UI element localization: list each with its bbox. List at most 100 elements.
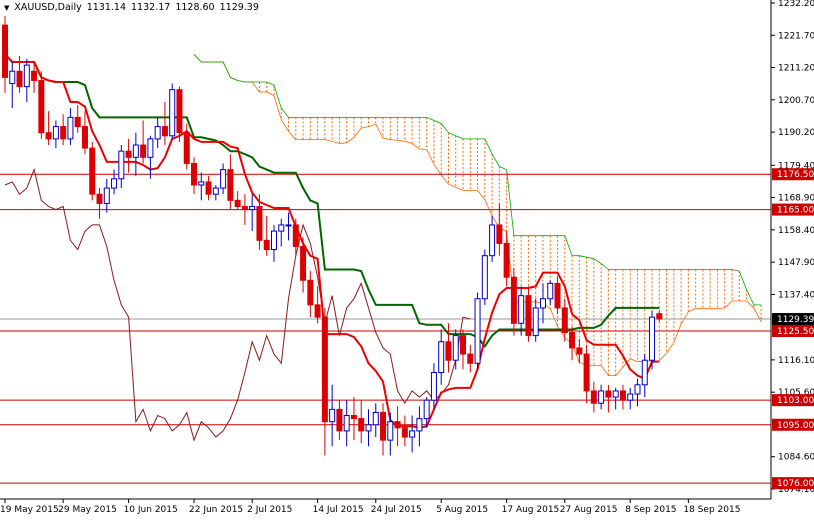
candle-body-bull [147,138,154,158]
symbol-header: ▼ XAUUSD,Daily 1131.14 1132.17 1128.60 1… [4,2,259,13]
candle-body-bear [525,295,532,337]
candle-body-bear [314,304,321,318]
candle-body-bull [438,341,445,373]
candle-body-bear [74,116,81,128]
x-tick-label: 22 Jun 2015 [189,505,243,515]
candle-body-bear [321,316,328,423]
candle-body-bull [452,335,459,361]
chart-background [0,0,814,516]
candle-body-bear [161,126,168,137]
candle-body-bull [343,415,350,432]
candle-body-bull [67,116,74,140]
candle-body-bull [132,144,139,158]
x-tick-label: 2 Jul 2015 [247,505,292,515]
candle-body-bear [2,24,8,78]
x-tick-label: 29 May 2015 [58,505,117,515]
candle-body-bear [60,126,67,140]
candle-body-bull [198,181,205,186]
level-price-label: 1165.00 [777,206,814,216]
candle-body-bull [285,224,292,227]
candle-body-bear [590,390,597,404]
candle-body-bear [140,144,147,158]
candle-body-bull [169,89,176,137]
candle-body-bear [81,126,88,149]
x-tick-label: 27 Aug 2015 [560,505,618,515]
x-tick-label: 19 May 2015 [0,505,59,515]
y-tick-label: 1137.40 [778,290,814,300]
candle-body-bear [125,150,132,158]
candle-body-bear [503,242,510,278]
level-price-label: 1076.00 [777,479,814,489]
candle-body-bull [103,187,110,204]
candle-body-bull [387,421,394,441]
candle-body-bear [460,335,467,355]
candle-body-bear [31,70,38,81]
x-tick-label: 8 Sep 2015 [625,505,676,515]
candle-body-bear [496,224,503,244]
candle-body-bull [270,230,277,251]
candle-body-bull [634,384,641,395]
candle-body-bull [329,408,336,423]
candle-body-bear [605,390,612,398]
y-tick-label: 1211.20 [778,64,814,74]
x-tick-label: 5 Aug 2015 [436,505,488,515]
candle-body-bull [547,282,554,300]
candle-body-bull [52,126,59,140]
y-tick-label: 1158.40 [778,226,814,236]
y-tick-label: 1190.20 [778,128,814,138]
candle-body-bear [576,347,583,355]
candle-body-bear [445,341,452,361]
price-chart: 1232.201221.701211.201200.701190.201179.… [0,0,814,516]
candle-body-bear [292,224,299,247]
candle-body-bear [307,279,314,306]
candle-body-bull [532,307,539,337]
candle-body-bull [372,411,379,426]
candle-body-bull [249,205,256,211]
candle-body-bear [561,307,568,334]
candle-body-bull [154,126,161,140]
candle-body-bear [16,70,23,88]
candle-body-bull [598,390,605,404]
y-tick-label: 1116.10 [778,356,814,366]
candle-body-bear [89,147,96,195]
x-tick-label: 10 Jun 2015 [124,505,178,515]
y-tick-label: 1200.70 [778,96,814,106]
candle-body-bear [510,276,517,324]
close-value: 1129.39 [219,2,259,13]
candle-body-bear [401,427,408,438]
current-price-label: 1129.39 [777,315,814,325]
x-tick-label: 24 Jul 2015 [371,505,422,515]
candle-body-bear [380,411,387,441]
candle-body-bear [619,390,626,401]
candle-body-bear [358,418,365,432]
candle-body-bear [336,408,343,432]
candle-body-bull [627,393,634,401]
candle-body-bull [212,187,219,195]
x-tick-label: 14 Jul 2015 [313,505,364,515]
candle-body-bear [394,421,401,429]
y-tick-label: 1147.90 [778,258,814,268]
candle-body-bull [430,371,437,401]
candle-body-bull [649,316,656,361]
candle-body-bull [416,418,423,432]
candle-body-bear [350,415,357,420]
candle-body-bear [300,245,307,281]
candle-body-bull [518,295,525,324]
candle-body-bear [656,313,663,320]
y-tick-label: 1221.70 [778,31,814,41]
candle-body-bull [23,64,30,88]
candle-body-bear [263,239,270,251]
y-tick-label: 1084.60 [778,453,814,463]
x-tick-label: 18 Sep 2015 [683,505,740,515]
candle-body-bear [191,162,198,186]
candle-body-bear [38,79,45,134]
candle-body-bull [365,424,372,432]
triangle-down-icon[interactable]: ▼ [4,4,9,12]
candle-body-bull [539,298,546,309]
level-price-label: 1176.50 [777,170,814,180]
y-tick-label: 1168.90 [778,194,814,204]
candle-body-bear [183,132,190,164]
candle-body-bull [9,70,16,85]
high-value: 1132.17 [131,2,171,13]
candle-body-bear [227,169,234,201]
